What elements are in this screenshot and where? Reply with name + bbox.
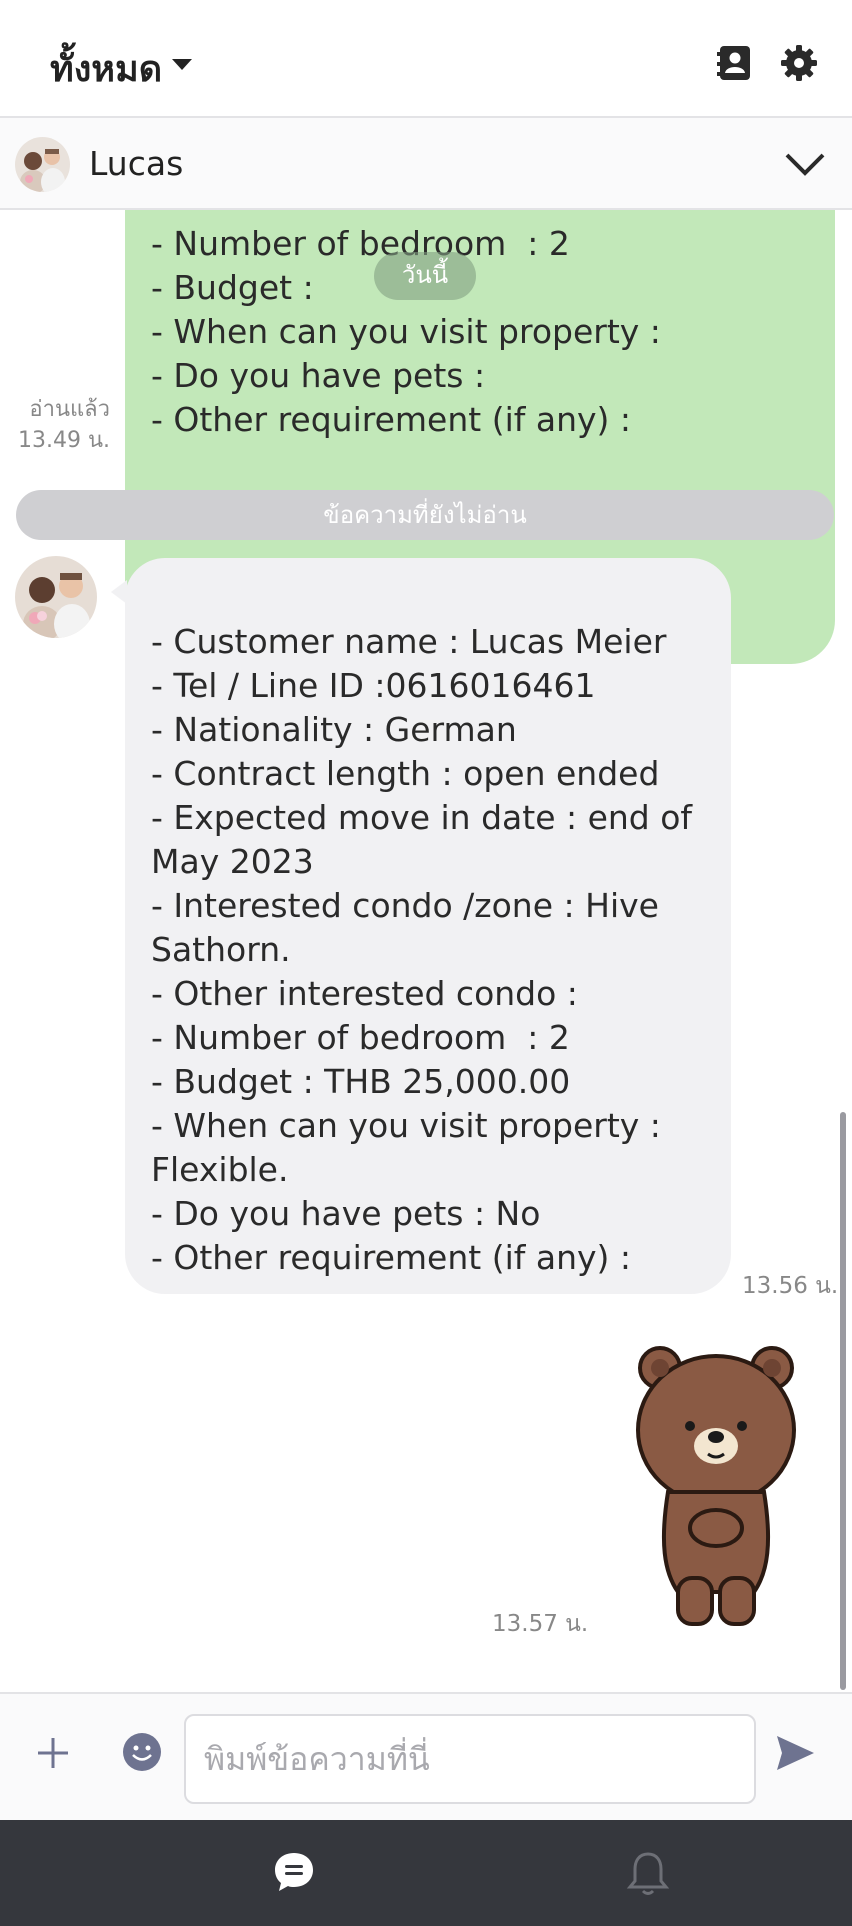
chevron-down-icon <box>172 59 193 70</box>
contact-book-icon[interactable] <box>716 44 754 82</box>
gear-icon[interactable] <box>780 44 818 82</box>
top-bar: ทั้งหมด <box>0 0 852 118</box>
plus-icon[interactable] <box>34 1734 72 1772</box>
date-separator: วันนี้ <box>374 252 476 300</box>
bell-icon[interactable] <box>626 1850 670 1898</box>
bottom-navigation <box>0 1820 852 1926</box>
chat-filter-label: ทั้งหมด <box>50 49 163 90</box>
chat-header[interactable]: Lucas <box>0 118 852 210</box>
message-input[interactable] <box>184 1714 756 1804</box>
send-icon[interactable] <box>774 1732 816 1774</box>
message-time: 13.49 น. <box>17 428 110 453</box>
emoji-icon[interactable] <box>122 1732 162 1772</box>
incoming-message-bubble[interactable]: - Customer name : Lucas Meier - Tel / Li… <box>111 558 731 1294</box>
chat-filter-dropdown[interactable]: ทั้งหมด <box>50 40 193 97</box>
chevron-down-icon[interactable] <box>784 146 826 182</box>
read-status-label: อ่านแล้ว <box>29 397 110 422</box>
unread-messages-divider: ข้อความที่ยังไม่อ่าน <box>16 490 834 540</box>
chat-icon[interactable] <box>272 1850 316 1894</box>
contact-avatar[interactable] <box>15 137 70 192</box>
read-receipt: อ่านแล้ว 13.49 น. <box>14 394 110 456</box>
scrollbar[interactable] <box>840 1112 846 1690</box>
contact-name: Lucas <box>89 144 184 183</box>
sender-avatar[interactable] <box>15 556 97 638</box>
message-time: 13.56 น. <box>742 1273 839 1299</box>
message-time: 13.57 น. <box>492 1611 589 1637</box>
message-list[interactable]: - Number of bedroom : 2 - Budget : - Whe… <box>0 210 852 1692</box>
message-composer <box>0 1692 852 1820</box>
brown-bear-sticker[interactable] <box>630 1342 802 1628</box>
